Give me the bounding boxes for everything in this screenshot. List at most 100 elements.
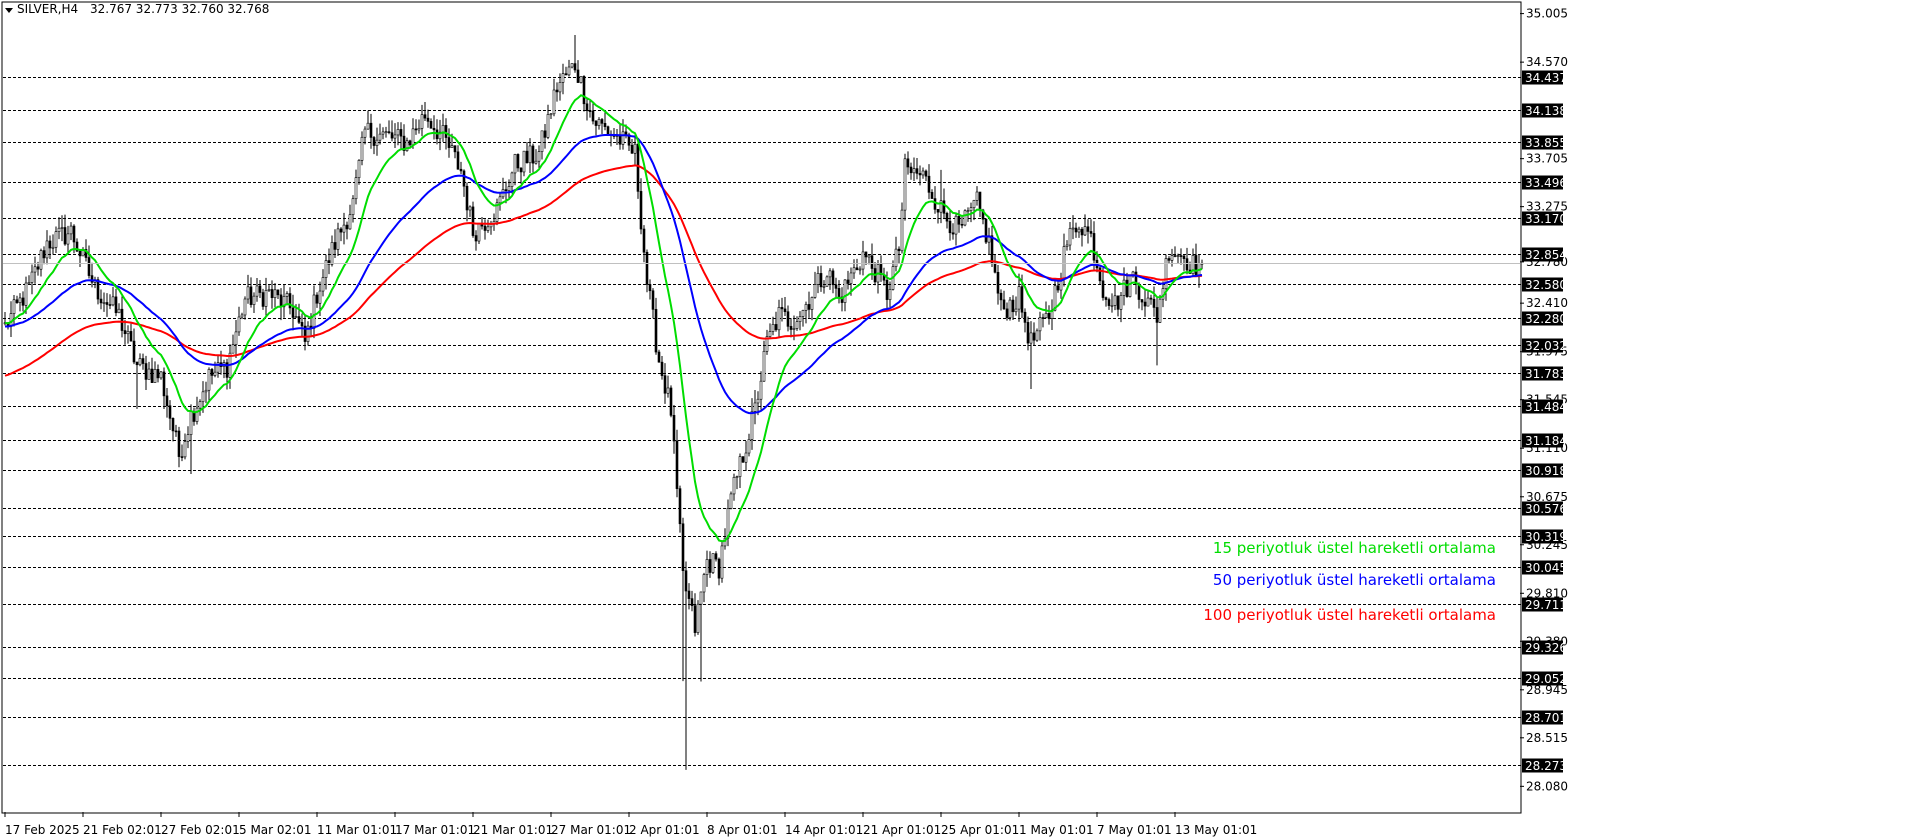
candle-body — [513, 154, 517, 174]
level-label: 32.580 — [1525, 278, 1567, 292]
candle-body — [870, 255, 874, 269]
candle-body — [165, 395, 169, 407]
candle-body — [162, 371, 166, 397]
candle-body — [12, 299, 16, 314]
candle-body — [591, 110, 595, 122]
candle-body — [24, 282, 28, 306]
candle-body — [843, 279, 847, 303]
candle-body — [810, 297, 814, 310]
level-label: 32.032 — [1525, 339, 1567, 353]
candle-body — [774, 324, 778, 331]
candle-body — [1119, 295, 1123, 310]
candle-body — [240, 314, 244, 318]
candle-body — [180, 456, 184, 458]
candle-body — [312, 294, 316, 329]
candle-body — [735, 476, 739, 478]
candle-body — [996, 271, 1000, 294]
candle-body — [969, 207, 973, 211]
candle-body — [519, 167, 523, 173]
candle-body — [51, 246, 55, 249]
candle-body — [456, 151, 460, 170]
candle-body — [549, 113, 553, 116]
candle-body — [825, 276, 829, 287]
candle-body — [864, 251, 868, 258]
level-label: 31.184 — [1525, 434, 1567, 448]
candle-body — [54, 231, 58, 248]
candle-body — [858, 268, 862, 271]
candle-body — [729, 493, 733, 509]
candle-body — [1080, 228, 1084, 236]
candle-body — [762, 350, 766, 382]
candle-body — [147, 368, 151, 380]
candle-body — [1008, 299, 1012, 318]
candle-body — [1071, 227, 1075, 230]
x-tick-label: 5 Mar 02:01 — [239, 823, 312, 837]
candle-body — [681, 523, 685, 572]
candle-body — [105, 302, 109, 305]
candle-body — [936, 209, 940, 213]
candle-body — [330, 242, 334, 265]
candle-body — [792, 328, 796, 330]
candle-body — [1023, 311, 1027, 323]
symbol-header: SILVER,H4 32.767 32.773 32.760 32.768 — [5, 2, 269, 16]
legend-ema-15: 15 periyotluk üstel hareketli ortalama — [1213, 539, 1496, 557]
candle-body — [1041, 317, 1045, 319]
candle-body — [447, 137, 451, 148]
candle-body — [111, 296, 115, 306]
candle-body — [1065, 244, 1069, 247]
candle-body — [564, 73, 568, 76]
candle-body — [150, 368, 154, 383]
candle-body — [684, 570, 688, 592]
candle-body — [663, 375, 667, 394]
candle-body — [576, 69, 580, 83]
candle-body — [1155, 307, 1159, 323]
candle-body — [924, 170, 928, 177]
candle-body — [66, 233, 70, 245]
candle-body — [978, 191, 982, 211]
candle-body — [702, 574, 706, 593]
candle-body — [1092, 233, 1096, 261]
candle-body — [1062, 246, 1066, 280]
candle-body — [741, 456, 745, 463]
candle-body — [822, 285, 826, 288]
candle-body — [807, 304, 811, 310]
candle-body — [129, 331, 133, 342]
candle-body — [1182, 255, 1186, 259]
candle-body — [594, 120, 598, 126]
candle-body — [642, 228, 646, 253]
candle-body — [816, 273, 820, 285]
candle-body — [1077, 228, 1081, 233]
candle-body — [561, 73, 565, 83]
candle-body — [1014, 308, 1018, 313]
candle-body — [951, 232, 955, 235]
candle-body — [1002, 299, 1006, 310]
candle-body — [537, 151, 541, 162]
candle-body — [885, 279, 889, 300]
candle-body — [990, 235, 994, 264]
candle-body — [999, 292, 1003, 301]
candle-body — [48, 240, 52, 249]
candle-body — [315, 294, 319, 304]
candle-body — [444, 125, 448, 138]
candle-body — [798, 316, 802, 323]
candle-body — [570, 63, 574, 68]
candle-body — [69, 225, 73, 235]
candle-body — [1044, 312, 1048, 318]
level-label: 30.918 — [1525, 464, 1567, 478]
candle-body — [27, 282, 31, 284]
candle-body — [780, 307, 784, 310]
x-tick-label: 13 May 01:01 — [1175, 823, 1257, 837]
candle-body — [270, 289, 274, 298]
candle-body — [540, 130, 544, 152]
candle-body — [516, 154, 520, 169]
level-label: 31.783 — [1525, 367, 1567, 381]
level-label: 34.138 — [1525, 104, 1567, 118]
candle-body — [957, 215, 961, 225]
y-tick-label: 32.410 — [1526, 296, 1568, 310]
price-chart[interactable]: 35.00534.57033.70533.27532.78032.41031.9… — [0, 0, 1916, 840]
x-tick-label: 8 Apr 01:01 — [707, 823, 778, 837]
candle-body — [354, 177, 358, 200]
candle-body — [120, 308, 124, 331]
candle-body — [144, 363, 148, 380]
candle-body — [132, 340, 136, 363]
